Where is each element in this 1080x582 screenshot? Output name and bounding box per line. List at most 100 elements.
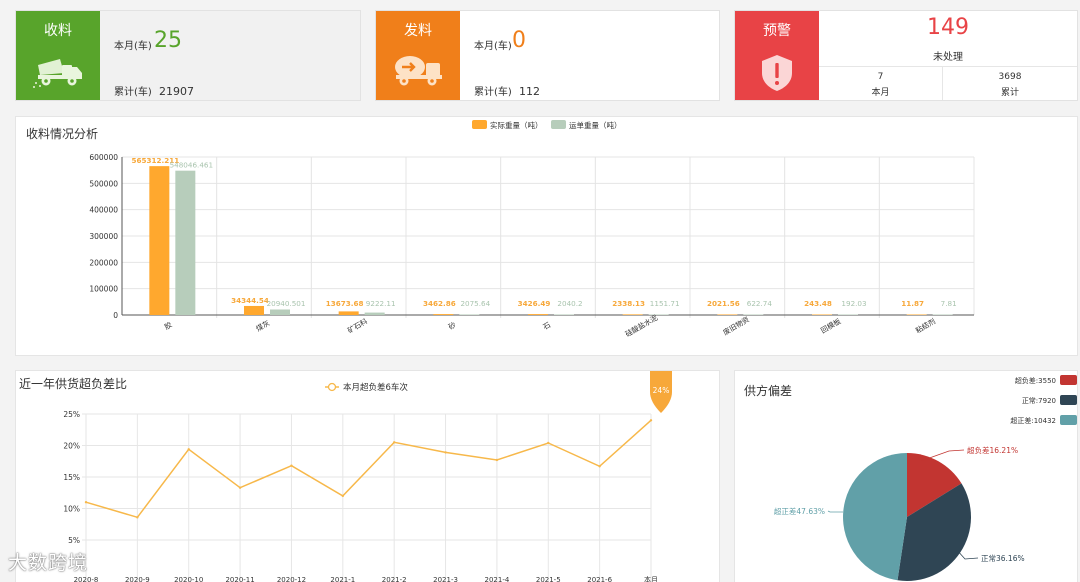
warning-summary: 149 未处理 xyxy=(819,11,1077,67)
receive-card-header: 收料 xyxy=(16,11,100,100)
ship-total-label: 累计(车) xyxy=(474,87,512,98)
warning-count: 149 xyxy=(927,15,969,40)
bar-waybill xyxy=(364,312,385,315)
bar-actual xyxy=(812,314,832,315)
bar-value-label: 34344.54 xyxy=(231,296,269,305)
bar-category-label: 粘结剂 xyxy=(914,317,937,336)
bar-actual xyxy=(244,305,264,315)
bar-ytick-label: 100000 xyxy=(89,285,118,294)
line-point xyxy=(187,448,190,451)
bar-value-label: 11.87 xyxy=(901,299,924,308)
line-point xyxy=(495,458,499,462)
receive-total-label: 累计(车) xyxy=(114,87,152,98)
line-point xyxy=(341,494,345,498)
receive-total-row: 累计(车) 21907 xyxy=(114,83,194,98)
line-point xyxy=(444,451,447,454)
bar-value-label: 2075.64 xyxy=(460,299,490,308)
line-point xyxy=(84,501,88,504)
trend-line-chart: 本月超负差6车次 5% 10% 15% 20% 25% 2020-8 2020-9 2020-… xyxy=(63,371,672,582)
line-xtick-label: 2020-11 xyxy=(225,576,254,582)
bar-waybill xyxy=(459,314,480,315)
bar-waybill xyxy=(932,314,953,315)
line-xtick-label: 本月 xyxy=(644,575,658,582)
receive-card-title: 收料 xyxy=(44,23,72,39)
bar-value-label: 3462.86 xyxy=(423,299,456,308)
bar-category-label: 胶 xyxy=(163,320,174,331)
legend-label-waybill: 运单重量（吨） xyxy=(569,120,622,130)
bar-value-label: 548046.461 xyxy=(170,161,213,170)
bar-value-label: 7.81 xyxy=(941,299,957,308)
bar-ytick-label: 500000 xyxy=(89,179,118,188)
bar-category-label: 废旧物资 xyxy=(721,315,750,337)
warning-month-label: 本月 xyxy=(871,88,890,98)
warning-card[interactable]: 预警 149 未处理 7 本月 3698 累计 xyxy=(734,10,1078,101)
line-ytick-label: 5% xyxy=(68,536,80,545)
ship-card-title: 发料 xyxy=(404,23,432,39)
bar-value-label: 2338.13 xyxy=(612,299,645,308)
ship-month-label: 本月(车) xyxy=(474,41,512,52)
line-point xyxy=(136,516,139,519)
line-ytick-label: 25% xyxy=(63,410,80,419)
max-value-pin[interactable]: 24% xyxy=(650,371,672,413)
shield-alert-icon xyxy=(762,55,792,91)
bar-ytick-label: 300000 xyxy=(89,232,118,241)
bar-actual xyxy=(528,314,548,315)
bar-ytick-label: 0 xyxy=(113,311,118,320)
trend-legend[interactable]: 本月超负差6车次 xyxy=(325,382,408,393)
bar-category-label: 石 xyxy=(541,320,552,331)
pie-legend-label-normal: 正常:7920 xyxy=(1022,396,1056,405)
pie-legend-label-under: 超负差:3550 xyxy=(1015,376,1056,385)
dump-truck-icon xyxy=(33,59,82,88)
pie-legend-swatch-under xyxy=(1060,375,1077,385)
line-xtick-label: 2020-10 xyxy=(174,576,203,582)
bar-category-label: 回模板 xyxy=(819,317,842,336)
trend-panel: 近一年供货超负差比 本月超负差6车次 5% 10% 15% 20% 25% 2020-8 2… xyxy=(15,370,720,582)
trend-legend-label: 本月超负差6车次 xyxy=(343,382,408,393)
line-point xyxy=(547,441,550,445)
bar-value-label: 3426.49 xyxy=(518,299,551,308)
line-point xyxy=(598,465,601,468)
pie-legend[interactable]: 超负差:3550 正常:7920 超正差:10432 xyxy=(1010,375,1077,425)
pie-slice-label: 正常36.16% xyxy=(981,554,1025,563)
line-xtick-label: 2021-4 xyxy=(485,576,510,582)
receive-total-value: 21907 xyxy=(159,85,194,98)
bar-waybill xyxy=(175,170,196,315)
ship-card[interactable]: 发料 本月(车) 0 累计(车) 112 xyxy=(375,10,720,101)
bar-waybill xyxy=(554,314,574,315)
receive-card[interactable]: 收料 本月(车) 25 累计(车) 21907 xyxy=(15,10,361,101)
bar-ytick-label: 600000 xyxy=(89,153,118,162)
supplier-panel: 供方偏差 超负差:3550 正常:7920 超正差:10432 超负差16.21… xyxy=(734,370,1078,582)
watermark: 大数跨境 xyxy=(8,552,89,574)
ship-card-header: 发料 xyxy=(376,11,460,100)
warning-month-cell: 7 本月 xyxy=(819,67,943,100)
legend-swatch-actual xyxy=(472,120,487,129)
receive-bar-chart: 实际重量（吨） 运单重量（吨） 0 100000 200000 300000 40000… xyxy=(89,120,975,339)
line-ytick-label: 20% xyxy=(63,442,80,451)
bar-legend[interactable]: 实际重量（吨） 运单重量（吨） xyxy=(472,120,622,130)
bar-value-label: 13673.68 xyxy=(326,299,364,308)
pie-label-line xyxy=(827,510,843,513)
line-point xyxy=(290,464,293,467)
bar-value-label: 243.48 xyxy=(804,299,832,308)
receive-analysis-panel: 收料情况分析 实际重量（吨） 运单重量（吨） 0 100000 200000 3000… xyxy=(15,116,1078,356)
bar-value-label: 1151.71 xyxy=(650,299,680,308)
bar-actual xyxy=(906,314,927,315)
supplier-pie-chart: 超负差:3550 正常:7920 超正差:10432 超负差16.21% 正常36… xyxy=(774,375,1077,581)
bar-category-label: 矿石料 xyxy=(346,317,369,336)
receive-month-label: 本月(车) xyxy=(114,41,152,52)
bar-waybill xyxy=(838,314,858,315)
dashboard: 收料 本月(车) 25 累计(车) 21907 发料 本月(车) 0 累计(车)… xyxy=(0,0,1080,582)
line-xtick-label: 2020-8 xyxy=(74,576,99,582)
bar-value-label: 622.74 xyxy=(747,299,773,308)
line-series xyxy=(85,419,652,519)
max-pin-label: 24% xyxy=(653,386,670,395)
ship-total-value: 112 xyxy=(519,85,540,98)
bar-waybill xyxy=(270,309,290,315)
line-xtick-label: 2021-2 xyxy=(382,576,407,582)
pie-slice-label: 超负差16.21% xyxy=(967,445,1018,455)
line-ytick-label: 10% xyxy=(63,505,80,514)
warning-count-label: 未处理 xyxy=(933,52,963,63)
bar-actual xyxy=(622,314,643,315)
line-ytick-label: 15% xyxy=(63,473,80,482)
warning-card-title: 预警 xyxy=(763,23,791,39)
